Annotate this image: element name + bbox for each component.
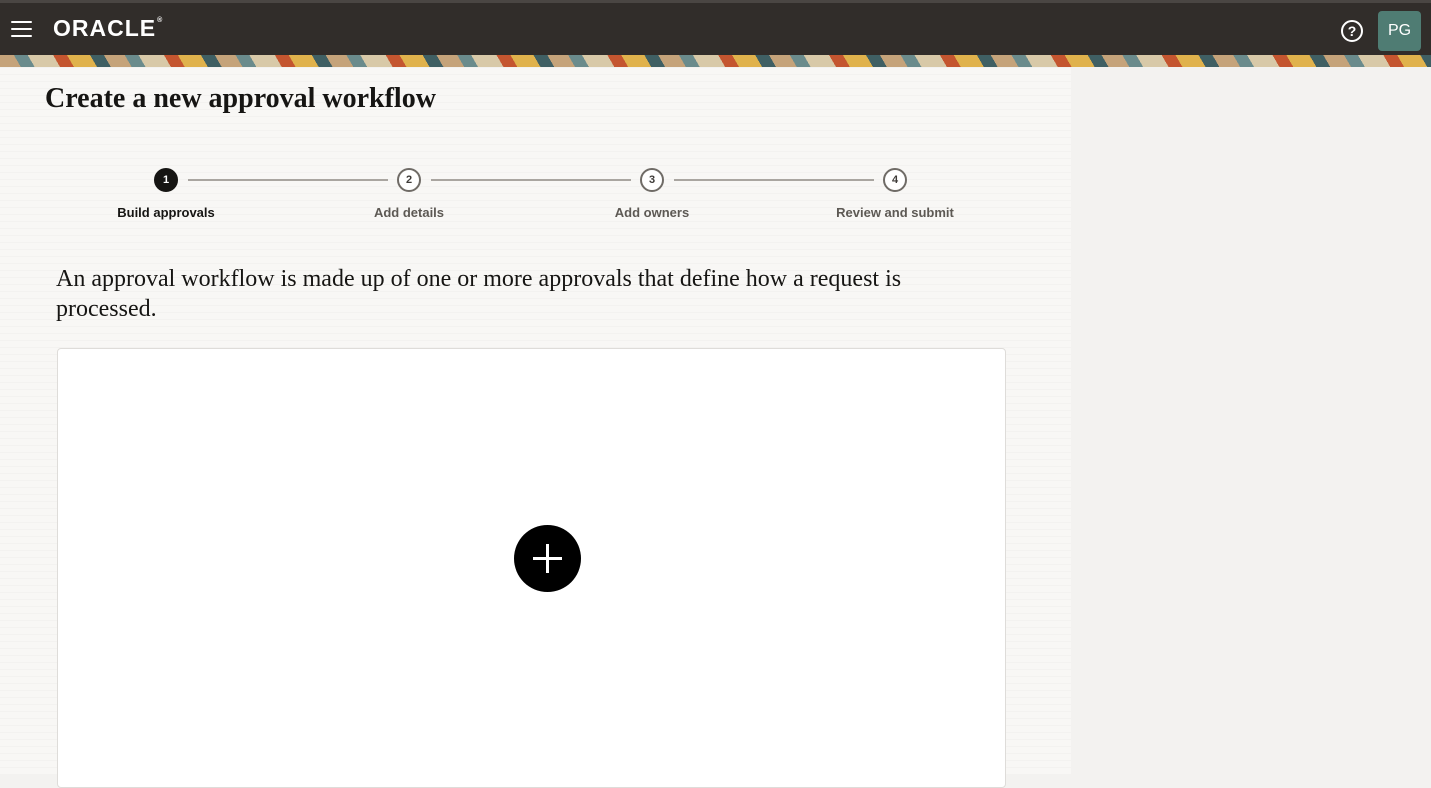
help-icon[interactable]: ? [1341,20,1363,42]
train-step-4-label[interactable]: Review and submit [805,205,985,220]
page-title: Create a new approval workflow [45,83,436,114]
registered-mark: ® [157,17,164,24]
logo-text: ORACLE [53,15,157,41]
approval-builder-canvas [57,348,1006,788]
main-content: Create a new approval workflow 1 2 3 4 B… [0,67,1071,788]
train-step-3-label[interactable]: Add owners [562,205,742,220]
add-approval-button[interactable] [514,525,581,592]
train-step-1-indicator[interactable]: 1 [154,168,178,192]
train-step-2-indicator[interactable]: 2 [397,168,421,192]
train-step-3-indicator[interactable]: 3 [640,168,664,192]
oracle-logo[interactable]: ORACLE® [53,15,163,42]
progress-train: 1 2 3 4 Build approvals Add details Add … [0,167,1071,227]
train-connector [674,179,874,181]
user-avatar[interactable]: PG [1378,11,1421,51]
global-header: ORACLE® ? PG [0,0,1431,55]
train-step-4-indicator[interactable]: 4 [883,168,907,192]
train-step-1-label[interactable]: Build approvals [76,205,256,220]
train-connector [431,179,631,181]
decorative-banner [0,55,1431,67]
train-connector [188,179,388,181]
side-panel [1071,67,1431,775]
train-step-2-label[interactable]: Add details [319,205,499,220]
intro-text: An approval workflow is made up of one o… [56,266,902,322]
hamburger-menu-icon[interactable] [11,21,32,37]
